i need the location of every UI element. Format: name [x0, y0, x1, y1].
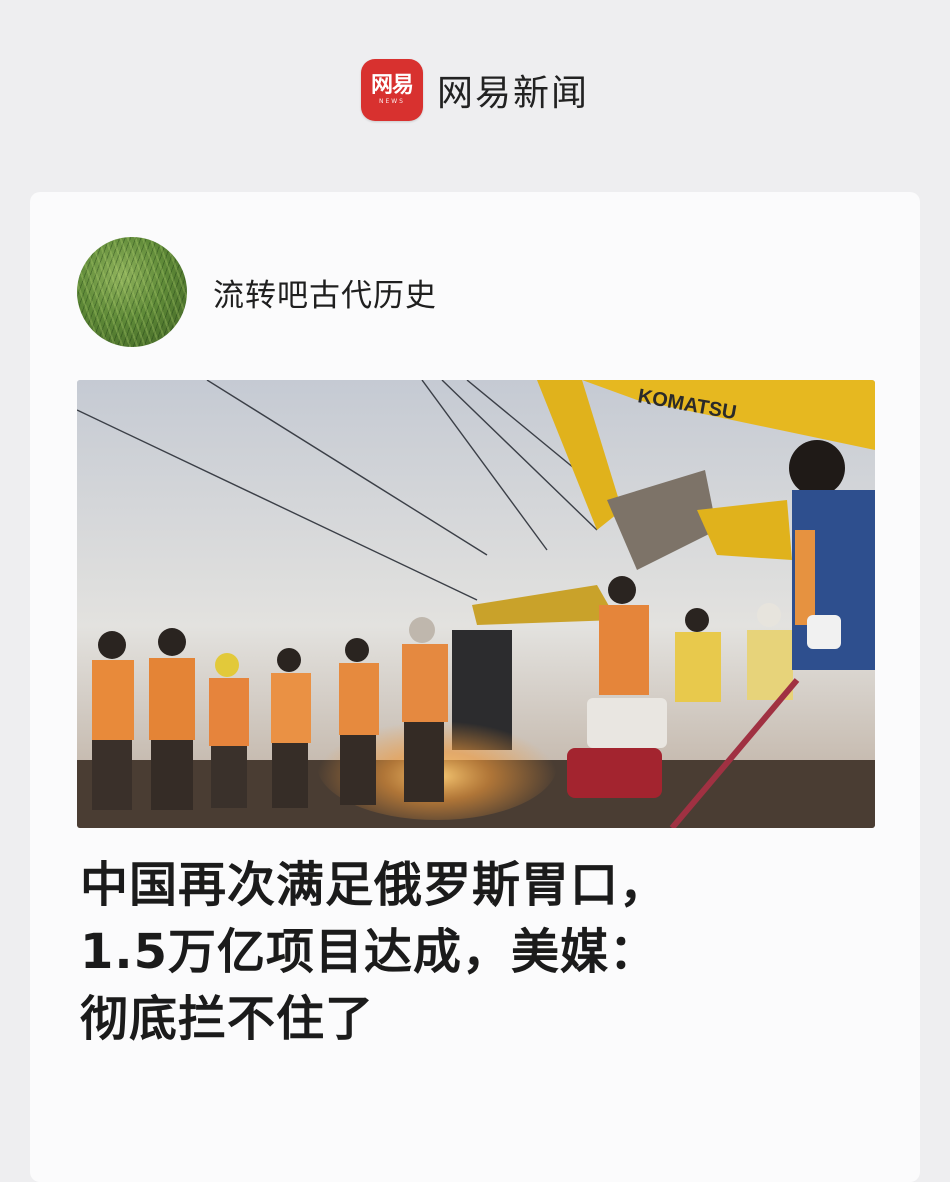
logo-text: 网易	[370, 73, 414, 98]
news-headline[interactable]: 中国再次满足俄罗斯胃口， 1.5万亿项目达成，美媒： 彻底拦不住了	[80, 852, 880, 1053]
author-name[interactable]: 流转吧古代历史	[213, 270, 437, 315]
app-name: 网易新闻	[436, 73, 589, 114]
brand: 网易 NEWS 网易新闻	[360, 59, 589, 121]
news-image[interactable]: KOMATSU	[77, 380, 875, 828]
logo-subtext: NEWS	[378, 98, 405, 105]
news-card[interactable]: 流转吧古代历史 KOMATSU 中国再次满足俄罗斯胃口， 1.5万亿项目达成，美…	[30, 192, 920, 1182]
construction-photo: KOMATSU	[77, 380, 875, 828]
app-header: 网易 NEWS 网易新闻	[0, 0, 950, 190]
author-row[interactable]: 流转吧古代历史	[77, 237, 437, 347]
author-avatar[interactable]	[77, 237, 187, 347]
netease-news-logo-icon: 网易 NEWS	[360, 59, 423, 121]
